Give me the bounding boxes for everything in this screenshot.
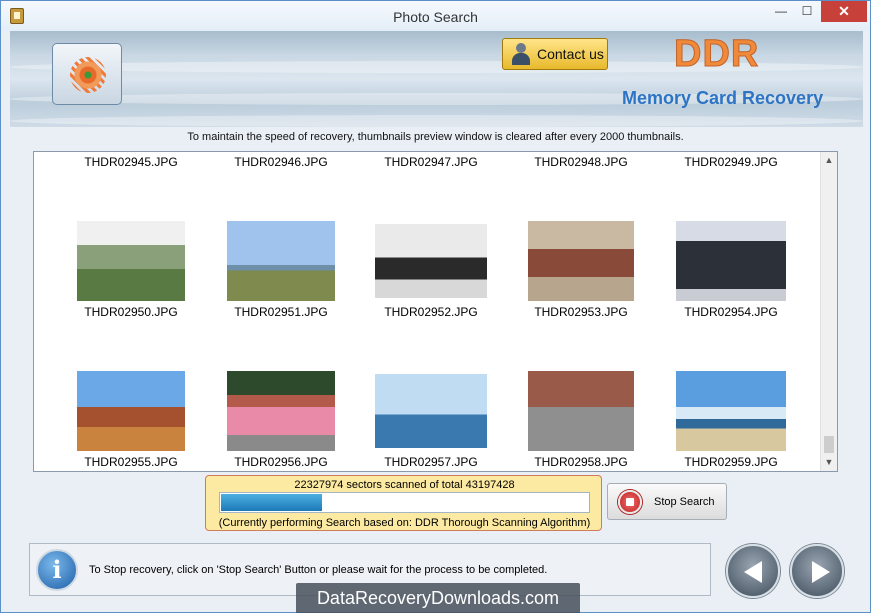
thumbnail-filename: THDR02956.JPG [234, 455, 328, 469]
stop-icon [618, 489, 642, 514]
thumbnail-filename: THDR02950.JPG [84, 305, 178, 319]
thumbnail-image[interactable] [227, 221, 335, 301]
back-arrow-icon [744, 561, 762, 583]
thumbnail-filename: THDR02949.JPG [684, 155, 778, 169]
person-icon [511, 43, 531, 65]
info-icon[interactable]: i [36, 549, 78, 591]
thumbnail-filename: THDR02951.JPG [234, 305, 328, 319]
thumbnail-filename: THDR02946.JPG [234, 155, 328, 169]
progress-panel: 22327974 sectors scanned of total 431974… [205, 475, 602, 531]
thumbnail-filename: THDR02959.JPG [684, 455, 778, 469]
product-name: Memory Card Recovery [622, 88, 824, 108]
thumbnail-image[interactable] [676, 221, 786, 301]
thumbnail-filename: THDR02945.JPG [84, 155, 178, 169]
thumbnail-image[interactable] [528, 221, 634, 301]
thumbnail-image[interactable] [77, 221, 185, 301]
minimize-button[interactable]: — [769, 1, 793, 22]
thumbnail-image[interactable] [227, 371, 335, 451]
sectors-scanned-text: 22327974 sectors scanned of total 431974… [294, 479, 515, 491]
vertical-scrollbar[interactable]: ▲ ▼ [820, 152, 837, 471]
photo-search-window: Photo Search — ☐ ✕ Contact us DDR Memory… [0, 0, 871, 613]
thumbnail-image[interactable] [676, 371, 786, 451]
window-title: Photo Search [393, 9, 478, 25]
close-button[interactable]: ✕ [821, 1, 867, 22]
thumbnail-filename: THDR02947.JPG [384, 155, 478, 169]
back-button[interactable] [726, 544, 780, 598]
stop-search-button[interactable]: Stop Search [607, 483, 727, 520]
progress-bar-fill [221, 494, 322, 511]
status-text: To Stop recovery, click on 'Stop Search'… [89, 564, 548, 576]
thumbnail-filename: THDR02953.JPG [534, 305, 628, 319]
header-banner: Contact us DDR Memory Card Recovery [10, 31, 863, 127]
thumbnail-filename: THDR02954.JPG [684, 305, 778, 319]
thumbnail-filename: THDR02957.JPG [384, 455, 478, 469]
notice-text: To maintain the speed of recovery, thumb… [187, 131, 684, 143]
thumbnail-panel: THDR02945.JPG THDR02946.JPG THDR02947.JPG T… [33, 151, 838, 472]
thumbnail-image[interactable] [375, 374, 487, 448]
title-bar: Photo Search — ☐ ✕ [1, 1, 870, 31]
progress-bar [219, 492, 590, 513]
scroll-thumb[interactable] [824, 436, 834, 453]
contact-us-button[interactable]: Contact us [502, 38, 608, 70]
brand-logo-text: DDR [673, 33, 760, 76]
thumbnail-image[interactable] [528, 371, 634, 451]
thumbnail-filename: THDR02948.JPG [534, 155, 628, 169]
thumbnail-image[interactable] [375, 224, 487, 298]
thumbnail-image[interactable] [77, 371, 185, 451]
algorithm-text: (Currently performing Search based on: D… [218, 517, 591, 529]
thumbnail-filename: THDR02952.JPG [384, 305, 478, 319]
scroll-down-icon[interactable]: ▼ [821, 454, 837, 471]
next-button[interactable] [790, 544, 844, 598]
thumbnail-filename: THDR02955.JPG [84, 455, 178, 469]
watermark: DataRecoveryDownloads.com [296, 583, 580, 613]
thumbnail-filename: THDR02958.JPG [534, 455, 628, 469]
logo [52, 43, 122, 105]
maximize-button[interactable]: ☐ [795, 1, 819, 22]
contact-us-label: Contact us [537, 46, 604, 62]
logo-icon [70, 57, 106, 93]
next-arrow-icon [812, 561, 830, 583]
scroll-up-icon[interactable]: ▲ [821, 152, 837, 169]
stop-search-label: Stop Search [654, 495, 715, 508]
